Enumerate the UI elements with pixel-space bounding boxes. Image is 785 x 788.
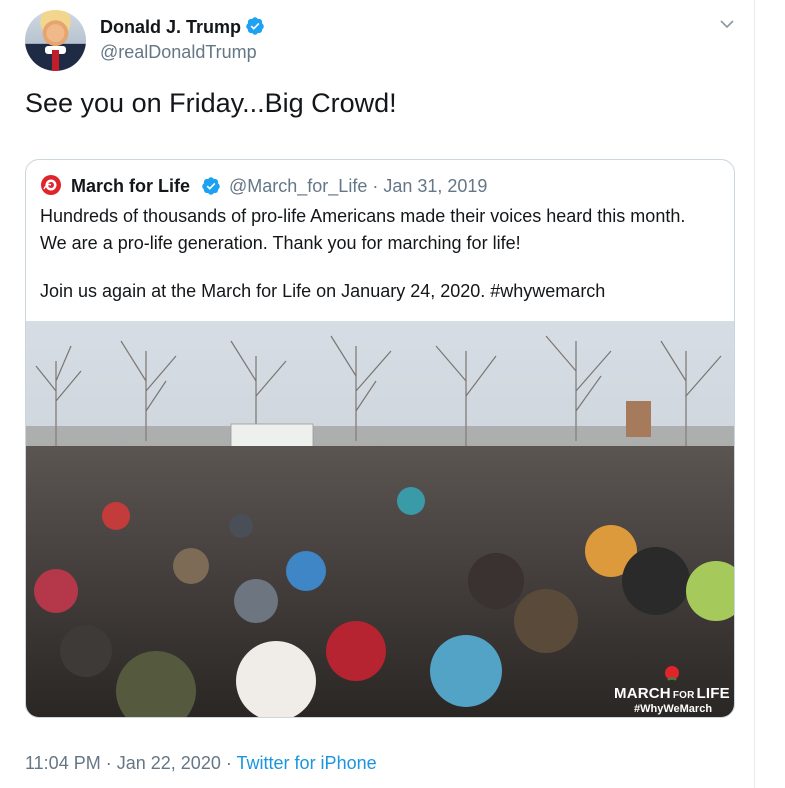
chevron-down-icon[interactable] [717, 14, 737, 34]
tweet-text: See you on Friday...Big Crowd! [25, 88, 397, 118]
author-name-row[interactable]: Donald J. Trump [100, 16, 265, 41]
author-avatar[interactable] [25, 10, 86, 71]
quoted-text-line: We are a pro-life generation. Thank you … [40, 233, 521, 253]
quoted-photo[interactable] [26, 321, 734, 717]
tweet-time[interactable]: 11:04 PM [25, 753, 101, 773]
watermark-march: MARCH [614, 685, 671, 702]
meta-separator: · [225, 753, 232, 773]
timeline-column-border [754, 0, 755, 788]
author-name[interactable]: Donald J. Trump [100, 17, 241, 37]
avatar-tie [52, 50, 59, 71]
quoted-text-line: Hundreds of thousands of pro-life Americ… [40, 206, 686, 226]
meta-separator: · [105, 753, 112, 773]
quoted-text-line: Join us again at the March for Life on J… [40, 281, 606, 301]
image-watermark-brand: MARCH FOR LIFE [614, 685, 730, 702]
march-for-life-logo-icon[interactable] [40, 174, 62, 196]
quoted-handle-date[interactable]: @March_for_Life · Jan 31, 2019 [229, 176, 487, 197]
tweet-source-link[interactable]: Twitter for iPhone [237, 753, 377, 773]
tweet-date[interactable]: Jan 22, 2020 [117, 753, 221, 773]
watermark-life: LIFE [696, 685, 730, 702]
author-handle[interactable]: @realDonaldTrump [100, 42, 257, 63]
quoted-author-name[interactable]: March for Life [71, 176, 190, 197]
watermark-for: FOR [672, 690, 695, 701]
verified-badge-icon [245, 16, 265, 41]
verified-badge-icon [201, 176, 221, 201]
tweet-meta: 11:04 PM · Jan 22, 2020 · Twitter for iP… [25, 753, 377, 774]
image-watermark-hashtag: #WhyWeMarch [634, 703, 713, 715]
quoted-tweet-card[interactable]: March for Life @March_for_Life · Jan 31,… [25, 159, 735, 718]
